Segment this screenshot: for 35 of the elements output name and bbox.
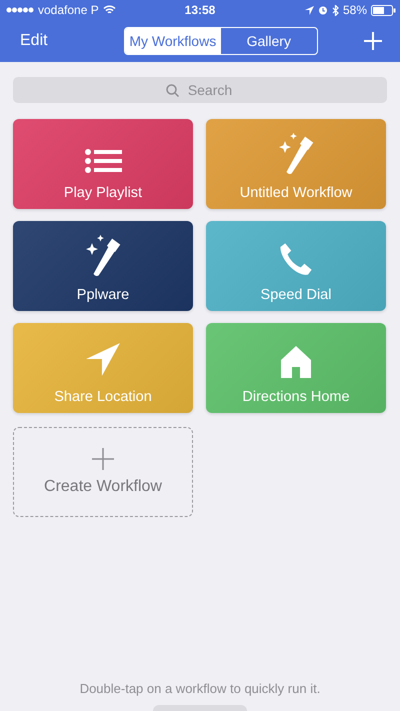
workflow-name: Pplware [76,287,130,303]
house-icon [280,345,312,379]
list-icon [84,147,122,175]
workflow-name: Share Location [54,389,152,405]
hint-text: Double-tap on a workflow to quickly run it. [78,681,322,696]
edit-button[interactable]: Edit [20,32,48,50]
workflow-card[interactable]: Pplware [13,221,193,311]
battery-icon [371,4,396,16]
magic-wand-icon [85,233,121,277]
create-workflow-button[interactable]: Create Workflow [13,427,193,517]
alarm-clock-icon [318,5,328,15]
search-icon [166,84,179,97]
add-icon[interactable] [364,32,382,50]
segment-tab[interactable]: My Workflows [124,28,221,54]
workflow-card[interactable]: Directions Home [206,323,386,413]
workflow-name: Play Playlist [64,185,142,201]
workflow-card[interactable]: Untitled Workflow [206,119,386,209]
location-arrow-icon [304,6,314,14]
workflow-card[interactable]: Play Playlist [13,119,193,209]
plus-icon [92,448,114,470]
search-field[interactable]: Search [13,77,387,103]
phone-icon [278,241,314,277]
clock-time: 13:58 [184,3,216,17]
magic-wand-icon [278,131,314,175]
workflow-card[interactable]: Speed Dial [206,221,386,311]
wifi-icon [102,5,116,15]
battery-percent: 58% [342,3,367,17]
create-workflow-label: Create Workflow [44,478,162,496]
signal-icon [6,7,34,13]
workflow-name: Speed Dial [260,287,332,303]
segment-tab[interactable]: Gallery [220,28,317,54]
workflow-name: Untitled Workflow [240,185,352,201]
workflow-name: Directions Home [242,389,350,405]
carrier-name: vodafone P [38,3,99,17]
bluetooth-icon [332,4,339,16]
